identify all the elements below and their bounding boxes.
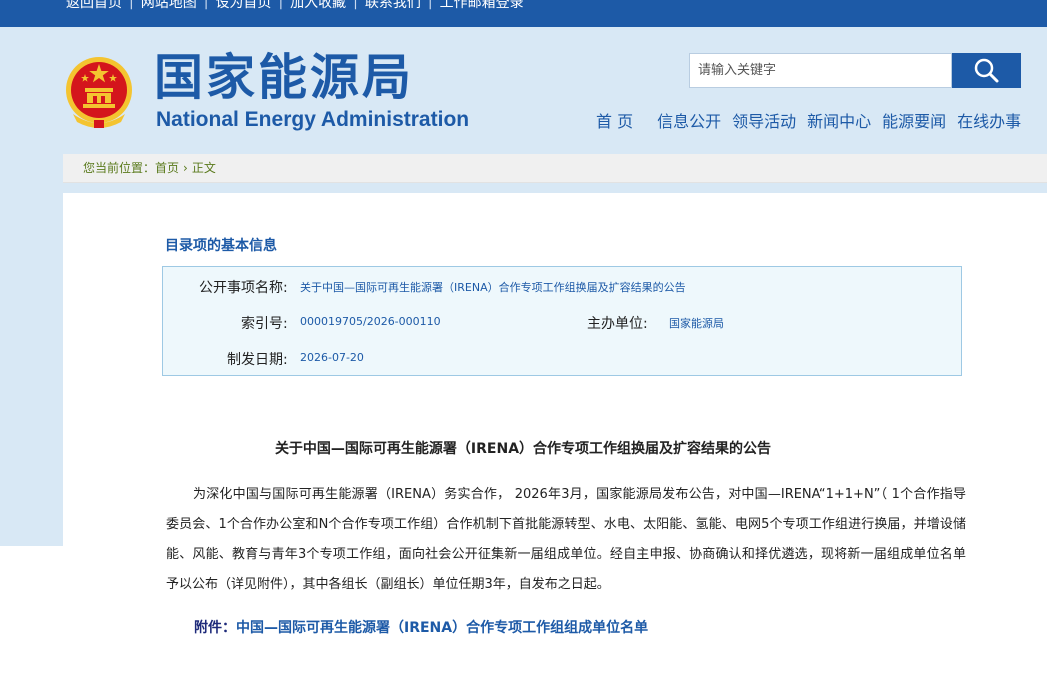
separator: | — [203, 0, 209, 10]
chevron-right-icon: › — [183, 161, 188, 175]
info-index-value: 000019705/2026-000110 — [300, 315, 441, 328]
nav-home[interactable]: 首 页 — [596, 108, 633, 132]
separator: | — [427, 0, 433, 10]
link-set-homepage[interactable]: 设为首页 — [215, 0, 271, 12]
info-table: 公开事项名称: 关于中国—国际可再生能源署（IRENA）合作专项工作组换届及扩容… — [162, 266, 962, 376]
search-input[interactable] — [689, 53, 952, 88]
info-section-title: 目录项的基本信息 — [165, 238, 277, 254]
separator: | — [129, 0, 134, 10]
breadcrumb-prefix: 您当前位置： — [83, 161, 156, 175]
separator: | — [353, 0, 358, 10]
info-date-label: 制发日期: — [227, 352, 288, 368]
breadcrumb-current: 正文 — [191, 161, 216, 175]
nav-news-center[interactable]: 新闻中心 — [807, 108, 871, 132]
info-host-label: 主办单位: — [587, 316, 648, 332]
main-content: 目录项的基本信息 公开事项名称: 关于中国—国际可再生能源署（IRENA）合作专… — [63, 193, 1047, 693]
info-index-label: 索引号: — [241, 316, 288, 332]
nav-info-disclosure[interactable]: 信息公开 — [657, 108, 721, 132]
attachment-label: 附件： — [194, 620, 236, 636]
breadcrumb-home[interactable]: 首页 — [155, 161, 179, 175]
link-add-favorite[interactable]: 加入收藏 — [290, 0, 346, 12]
top-utility-bar: 返回首页 | 网站地图 | 设为首页 | 加入收藏 | 联系我们 | 工作邮箱登… — [0, 0, 1047, 27]
info-name-value: 关于中国—国际可再生能源署（IRENA）合作专项工作组换届及扩容结果的公告 — [300, 281, 686, 294]
info-date-value: 2026-07-20 — [300, 351, 364, 364]
search-icon — [974, 58, 999, 83]
attachment-link[interactable]: 中国—国际可再生能源署（IRENA）合作专项工作组组成单位名单 — [236, 620, 648, 636]
breadcrumb: 您当前位置：首页 › 正文 — [63, 154, 1047, 183]
nav-leader-activities[interactable]: 领导活动 — [732, 108, 796, 132]
search-bar — [689, 53, 1021, 88]
top-links: 返回首页 | 网站地图 | 设为首页 | 加入收藏 | 联系我们 | 工作邮箱登… — [66, 0, 524, 12]
nav-online-services[interactable]: 在线办事 — [957, 108, 1021, 132]
article-title: 关于中国—国际可再生能源署（IRENA）合作专项工作组换届及扩容结果的公告 — [274, 441, 772, 457]
link-home[interactable]: 返回首页 — [66, 0, 122, 12]
info-host-value: 国家能源局 — [669, 317, 724, 330]
main-navigation: 首 页 信息公开 领导活动 新闻中心 能源要闻 在线办事 — [596, 108, 1021, 132]
national-emblem-icon[interactable] — [63, 52, 135, 132]
nav-energy-news[interactable]: 能源要闻 — [882, 108, 946, 132]
link-work-email[interactable]: 工作邮箱登录 — [440, 0, 524, 12]
link-sitemap[interactable]: 网站地图 — [141, 0, 197, 12]
separator: | — [278, 0, 284, 10]
link-contact[interactable]: 联系我们 — [365, 0, 421, 12]
article-body: 为深化中国与国际可再生能源署（IRENA）务实合作， 2026年3月，国家能源局… — [166, 487, 966, 592]
site-logo-chinese[interactable]: 国家能源局 — [154, 48, 414, 108]
search-button[interactable] — [952, 53, 1021, 88]
info-name-label: 公开事项名称: — [199, 280, 288, 296]
site-logo-english[interactable]: National Energy Administration — [156, 107, 469, 133]
attachment: 附件：中国—国际可再生能源署（IRENA）合作专项工作组组成单位名单 — [194, 617, 648, 637]
